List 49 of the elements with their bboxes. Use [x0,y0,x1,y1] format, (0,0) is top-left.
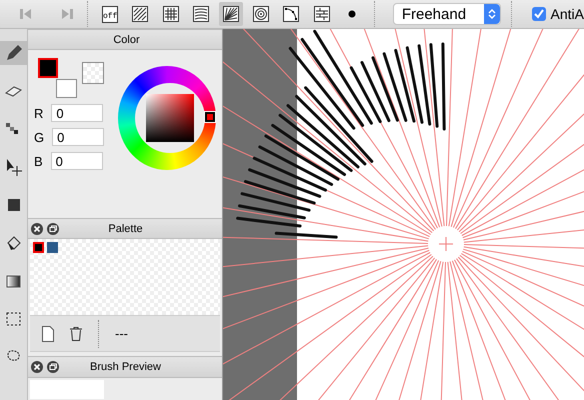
channel-value-field[interactable]: 0 [50,152,103,170]
wavy-pattern-icon [192,6,209,22]
close-button[interactable] [31,222,43,234]
new-swatch-button[interactable] [42,326,54,342]
antialias-checkbox[interactable] [532,7,546,21]
grid-pattern-icon [162,6,179,22]
hue-handle[interactable] [205,112,216,122]
antialias-label: AntiA [550,6,584,22]
pattern-button[interactable]: off [102,6,118,22]
channel-label: G [34,130,44,145]
step-forward-icon [60,8,73,20]
panel-title: Brush Preview [89,360,162,373]
trash-icon [70,326,82,341]
brick-pattern-icon [314,6,330,22]
detach-button[interactable] [47,360,59,373]
channel-value-field[interactable]: 0 [52,128,104,146]
channel-label: B [34,154,43,169]
tool-button[interactable] [0,41,27,65]
swatch-name: --- [115,326,128,342]
radial-pattern-icon [223,6,239,22]
concentric-pattern-icon [253,6,270,22]
pattern-off-label: off [102,12,118,20]
document-icon [42,326,54,342]
channel-label: R [34,106,44,121]
channel-value-field[interactable]: 0 [51,104,104,122]
panel-title: Color [112,34,141,46]
detach-button[interactable] [47,222,59,234]
step-back-icon [20,8,32,20]
panel-title: Palette [107,222,144,234]
mode-dropdown[interactable]: Freehand [392,3,502,25]
check-icon [534,9,544,19]
background-color-swatch[interactable] [56,79,77,98]
close-button[interactable] [31,360,43,373]
transparent-swatch[interactable] [82,62,104,84]
window-icon [47,360,59,373]
saturation-square[interactable] [146,94,194,142]
close-icon [31,360,43,373]
palette-swatch[interactable] [47,242,58,254]
foreground-color-swatch[interactable] [38,58,58,78]
center-crosshair [438,236,454,252]
curve-pattern-icon [283,6,300,22]
pattern-button[interactable] [218,2,244,26]
diagonal-pattern-icon [132,6,148,22]
chevron-updown-icon [488,8,496,20]
dot-icon [348,10,356,18]
close-icon [31,222,43,234]
window-icon [47,222,59,234]
delete-swatch-button[interactable] [70,326,82,341]
palette-swatch[interactable] [33,242,44,254]
